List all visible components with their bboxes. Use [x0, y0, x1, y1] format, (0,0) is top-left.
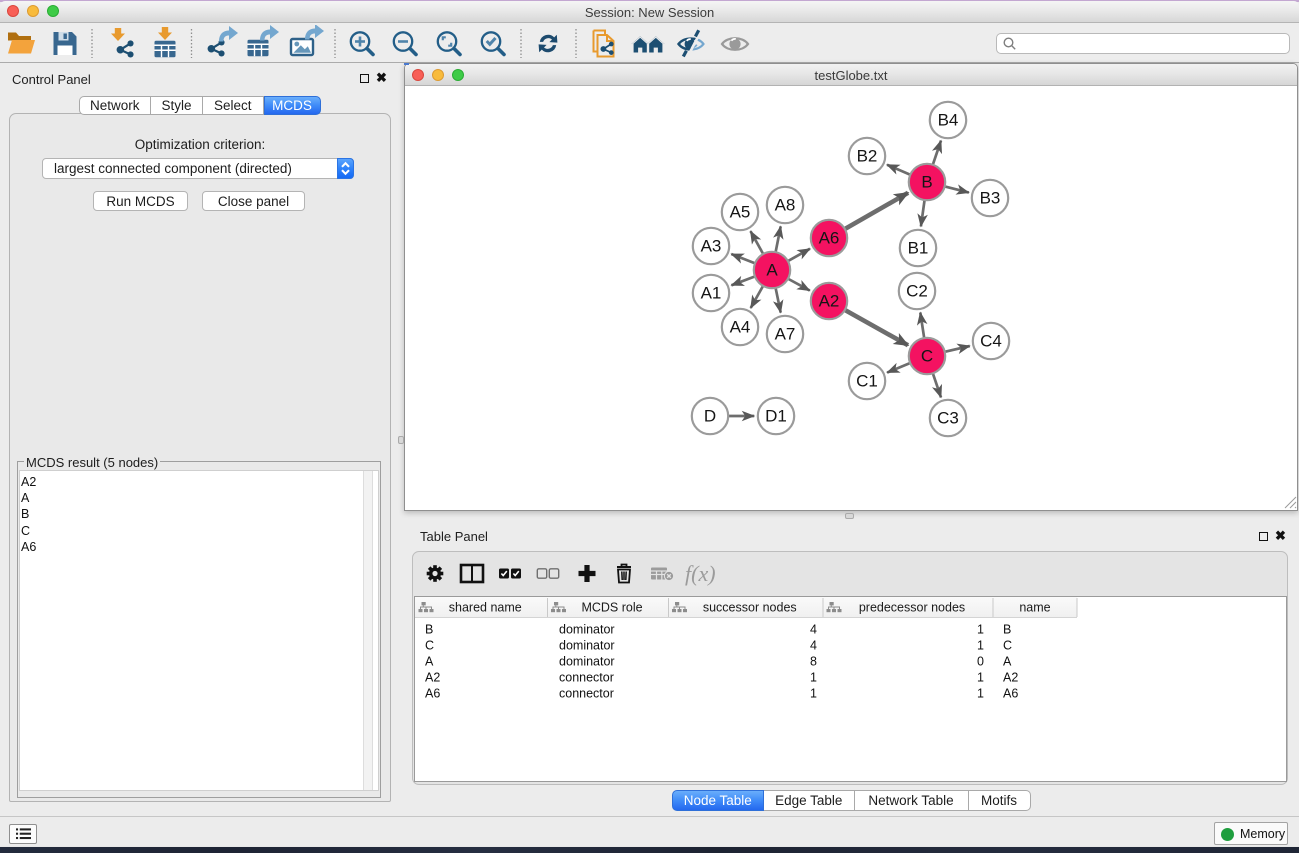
svg-text:D1: D1: [765, 407, 787, 426]
svg-text:MCDS role: MCDS role: [581, 601, 642, 615]
svg-text:B3: B3: [980, 189, 1001, 208]
svg-text:B1: B1: [908, 239, 929, 258]
svg-text:4: 4: [810, 639, 817, 653]
svg-text:A: A: [425, 655, 434, 669]
svg-text:A6: A6: [425, 687, 440, 701]
svg-text:8: 8: [810, 655, 817, 669]
svg-text:A2: A2: [1003, 671, 1018, 685]
svg-text:B: B: [1003, 623, 1011, 637]
svg-text:dominator: dominator: [559, 655, 615, 669]
svg-text:1: 1: [977, 687, 984, 701]
svg-text:A: A: [766, 261, 778, 280]
svg-text:1: 1: [810, 671, 817, 685]
svg-text:A2: A2: [819, 292, 840, 311]
svg-text:C: C: [1003, 639, 1012, 653]
svg-text:connector: connector: [559, 687, 614, 701]
svg-text:D: D: [704, 407, 716, 426]
svg-text:A1: A1: [701, 284, 722, 303]
svg-text:connector: connector: [559, 671, 614, 685]
svg-text:B4: B4: [938, 111, 959, 130]
svg-text:C3: C3: [937, 409, 959, 428]
svg-text:A6: A6: [819, 229, 840, 248]
svg-text:C1: C1: [856, 372, 878, 391]
svg-text:dominator: dominator: [559, 639, 615, 653]
svg-text:A8: A8: [775, 196, 796, 215]
svg-text:A5: A5: [730, 203, 751, 222]
svg-text:f(x): f(x): [685, 561, 716, 586]
svg-text:A2: A2: [425, 671, 440, 685]
svg-text:B: B: [921, 173, 932, 192]
svg-text:C4: C4: [980, 332, 1002, 351]
svg-text:C2: C2: [906, 282, 928, 301]
svg-text:A6: A6: [1003, 687, 1018, 701]
svg-text:0: 0: [977, 655, 984, 669]
svg-text:dominator: dominator: [559, 623, 615, 637]
svg-text:4: 4: [810, 623, 817, 637]
svg-text:C: C: [921, 347, 933, 366]
svg-text:1: 1: [977, 639, 984, 653]
svg-text:1: 1: [977, 671, 984, 685]
svg-text:A3: A3: [701, 237, 722, 256]
svg-text:A7: A7: [775, 325, 796, 344]
svg-text:predecessor nodes: predecessor nodes: [859, 601, 965, 615]
svg-text:successor nodes: successor nodes: [703, 601, 797, 615]
svg-text:B: B: [425, 623, 433, 637]
svg-text:B2: B2: [857, 147, 878, 166]
svg-text:A4: A4: [730, 318, 751, 337]
svg-text:shared name: shared name: [449, 601, 522, 615]
svg-text:C: C: [425, 639, 434, 653]
svg-text:name: name: [1019, 601, 1050, 615]
svg-text:1: 1: [977, 623, 984, 637]
svg-text:A: A: [1003, 655, 1012, 669]
svg-text:1: 1: [810, 687, 817, 701]
